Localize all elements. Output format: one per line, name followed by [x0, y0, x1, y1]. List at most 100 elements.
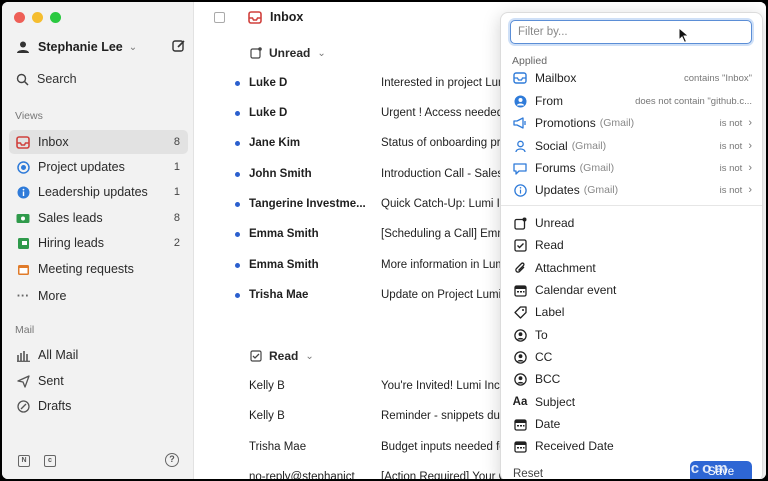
- filter-option-unread[interactable]: Unread: [507, 212, 758, 234]
- sidebar-item-label: Inbox: [38, 135, 69, 149]
- unread-dot: [235, 231, 240, 237]
- app-window: Stephanie Lee ⌄ Search Views Inbox 8 Pro…: [2, 2, 766, 479]
- chevron-down-icon: ⌄: [317, 47, 326, 59]
- sidebar-item-project-updates[interactable]: Project updates 1: [9, 155, 188, 179]
- compose-icon[interactable]: [172, 39, 186, 56]
- checkbox-icon: [250, 350, 262, 362]
- filter-label: Social: [535, 139, 568, 153]
- filter-source: (Gmail): [599, 117, 635, 129]
- sidebar-item-label: Sales leads: [38, 211, 103, 225]
- row-from: Luke D: [249, 77, 288, 89]
- group-header-unread[interactable]: Unread ⌄: [250, 46, 326, 60]
- filter-option-subject[interactable]: Aa Subject: [507, 391, 758, 413]
- filter-option-label[interactable]: Label: [507, 301, 758, 323]
- filter-option-label: Subject: [535, 395, 576, 409]
- applied-filter-promotions[interactable]: Promotions (Gmail) is not ›: [507, 112, 758, 134]
- unread-dot: [235, 140, 240, 146]
- applied-filter-forums[interactable]: Forums (Gmail) is not ›: [507, 157, 758, 179]
- row-subject: [Action Required] Your C: [381, 471, 506, 479]
- sidebar-item-label: Meeting requests: [38, 262, 134, 276]
- filter-label: Updates: [535, 183, 580, 197]
- minimize-window-button[interactable]: [32, 12, 43, 23]
- sidebar-item-label: Hiring leads: [38, 236, 105, 250]
- filter-option-calendar-event[interactable]: Calendar event: [507, 279, 758, 301]
- filter-option-label: Date: [535, 417, 561, 431]
- filter-condition: contains "Inbox": [683, 72, 752, 84]
- paperclip-icon: [513, 261, 527, 275]
- filter-option-read[interactable]: Read: [507, 234, 758, 256]
- inbox-icon: [16, 135, 30, 149]
- zoom-window-button[interactable]: [50, 12, 61, 23]
- filter-label: Mailbox: [535, 71, 577, 85]
- row-from: Tangerine Investme...: [249, 198, 366, 210]
- sidebar-item-label: More: [38, 289, 67, 303]
- person-circle-icon: [513, 328, 527, 342]
- unread-icon: [250, 47, 262, 59]
- sidebar-item-sent[interactable]: Sent: [9, 369, 188, 393]
- filter-option-date[interactable]: Date: [507, 413, 758, 435]
- filter-option-bcc[interactable]: BCC: [507, 368, 758, 390]
- watermark: www.cbsh.com: [586, 460, 731, 477]
- sidebar-item-label: All Mail: [38, 348, 79, 362]
- row-from: Kelly B: [249, 410, 285, 422]
- chevron-down-icon: ⌄: [305, 350, 314, 362]
- all-mail-icon: [16, 348, 30, 362]
- filter-source: (Gmail): [583, 184, 619, 196]
- filter-option-label-text: Label: [535, 305, 565, 319]
- mail-section-label: Mail: [15, 324, 35, 336]
- filter-option-label: Read: [535, 238, 564, 252]
- row-subject: Introduction Call - Sales: [381, 168, 504, 180]
- filter-input[interactable]: [510, 20, 752, 44]
- sidebar-item-drafts[interactable]: Drafts: [9, 394, 188, 418]
- sidebar-item-leadership-updates[interactable]: Leadership updates 1: [9, 180, 188, 204]
- divider: [501, 205, 762, 206]
- group-header-read[interactable]: Read ⌄: [250, 349, 314, 363]
- sidebar-item-count: 8: [173, 136, 180, 148]
- chevron-right-icon: ›: [748, 184, 752, 196]
- filter-option-label: CC: [535, 350, 553, 364]
- row-subject: Interested in project Lumi: [381, 77, 506, 89]
- filter-label: From: [535, 94, 563, 108]
- account-switcher[interactable]: Stephanie Lee ⌄: [16, 40, 186, 54]
- applied-filter-social[interactable]: Social (Gmail) is not ›: [507, 135, 758, 157]
- help-icon[interactable]: ?: [165, 453, 179, 467]
- sidebar-item-all-mail[interactable]: All Mail: [9, 343, 188, 367]
- row-subject: Update on Project Lumi: [381, 289, 502, 301]
- filter-condition: is not: [719, 140, 743, 152]
- sidebar-item-count: 2: [173, 237, 180, 249]
- sidebar-item-more[interactable]: ··· More: [9, 284, 188, 308]
- filter-popover: Applied Mailbox contains "Inbox" From do…: [500, 12, 763, 479]
- sidebar-item-hiring-leads[interactable]: Hiring leads 2: [9, 231, 188, 255]
- unread-dot: [235, 262, 240, 268]
- filter-option-cc[interactable]: CC: [507, 346, 758, 368]
- mailbox-icon: [513, 71, 527, 85]
- applied-filter-updates[interactable]: Updates (Gmail) is not ›: [507, 179, 758, 201]
- applied-filter-from[interactable]: From does not contain "github.c...: [507, 90, 758, 112]
- megaphone-icon: [513, 116, 527, 130]
- filter-condition: does not contain "github.c...: [635, 95, 752, 107]
- calendar-icon: [16, 262, 30, 276]
- tag-icon: [513, 305, 527, 319]
- chevron-right-icon: ›: [748, 162, 752, 174]
- filter-option-to[interactable]: To: [507, 324, 758, 346]
- row-subject: You're Invited! Lumi Inc. E: [381, 380, 506, 392]
- filter-option-received-date[interactable]: Received Date: [507, 435, 758, 457]
- sidebar-item-meeting-requests[interactable]: Meeting requests: [9, 257, 188, 281]
- sidebar-item-label: Drafts: [38, 399, 72, 413]
- more-icon: ···: [16, 289, 30, 303]
- group-label: Read: [269, 349, 299, 363]
- sidebar-item-label: Leadership updates: [38, 185, 148, 199]
- send-icon: [16, 374, 30, 388]
- row-from: Trisha Mae: [249, 441, 307, 453]
- applied-filter-mailbox[interactable]: Mailbox contains "Inbox": [507, 67, 758, 89]
- close-window-button[interactable]: [14, 12, 25, 23]
- calendar-app-icon[interactable]: c: [44, 455, 56, 467]
- sidebar-item-inbox[interactable]: Inbox 8: [9, 130, 188, 154]
- reset-button[interactable]: Reset: [513, 468, 543, 479]
- sidebar-item-sales-leads[interactable]: Sales leads 8: [9, 206, 188, 230]
- notion-icon[interactable]: N: [18, 455, 30, 467]
- filter-option-attachment[interactable]: Attachment: [507, 257, 758, 279]
- info-circle-icon: [513, 183, 527, 197]
- search-button[interactable]: Search: [16, 72, 77, 86]
- select-all-checkbox[interactable]: [214, 11, 225, 23]
